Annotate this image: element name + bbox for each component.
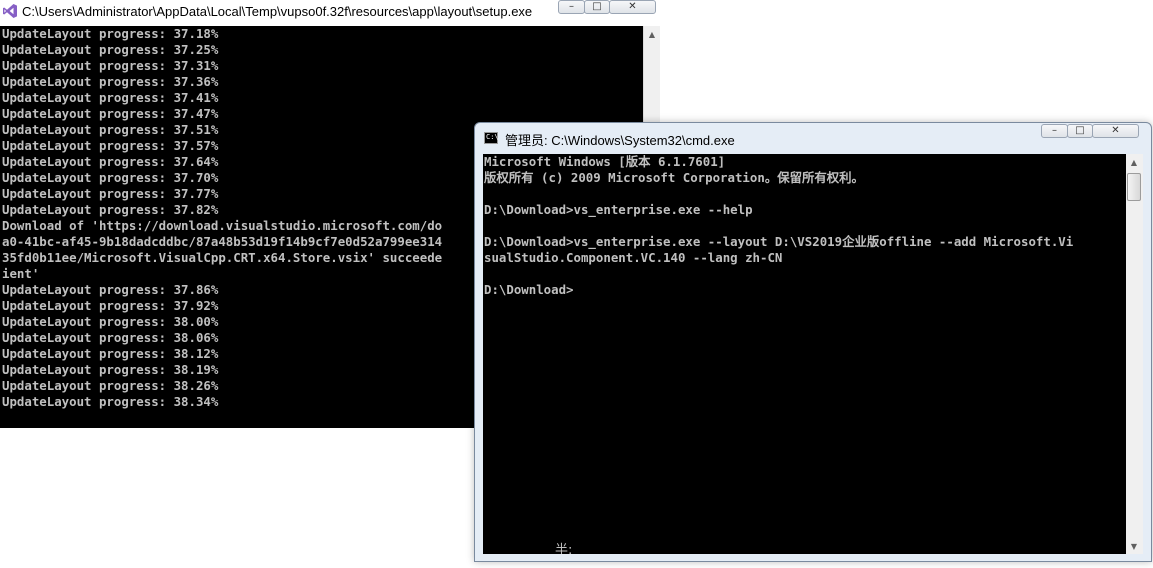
close-button[interactable]: ✕ xyxy=(609,0,656,14)
maximize-button[interactable]: □ xyxy=(1067,124,1093,138)
visual-studio-icon xyxy=(3,4,17,18)
minimize-button[interactable]: – xyxy=(558,0,585,14)
scrollbar-thumb[interactable] xyxy=(1127,173,1141,201)
console-line: D:\Download>vs_enterprise.exe --help xyxy=(484,202,753,217)
console-line: UpdateLayout progress: 37.31% xyxy=(2,58,219,73)
minimize-button[interactable]: – xyxy=(1041,124,1068,138)
cmd-console-scrollbar[interactable]: ▲ ▼ xyxy=(1126,154,1143,554)
close-button[interactable]: ✕ xyxy=(1092,124,1139,138)
cmd-window[interactable]: C:\ 管理员: C:\Windows\System32\cmd.exe – □… xyxy=(474,122,1152,562)
setup-window-title: C:\Users\Administrator\AppData\Local\Tem… xyxy=(22,4,533,19)
setup-window-titlebar[interactable]: C:\Users\Administrator\AppData\Local\Tem… xyxy=(0,0,668,24)
console-line: D:\Download>vs_enterprise.exe --layout D… xyxy=(484,234,1074,249)
console-line: UpdateLayout progress: 37.25% xyxy=(2,42,219,57)
console-line: UpdateLayout progress: 37.36% xyxy=(2,74,219,89)
cmd-window-controls: – □ ✕ xyxy=(1041,124,1139,138)
scroll-up-arrow-icon[interactable]: ▲ xyxy=(1126,154,1142,170)
console-line: sualStudio.Component.VC.140 --lang zh-CN xyxy=(484,250,783,265)
console-line: UpdateLayout progress: 37.18% xyxy=(2,26,219,41)
console-line: UpdateLayout progress: 37.47% xyxy=(2,106,219,121)
cmd-icon: C:\ xyxy=(484,132,499,144)
maximize-button[interactable]: □ xyxy=(584,0,610,14)
console-line: Microsoft Windows [版本 6.1.7601] xyxy=(484,154,726,169)
ime-status-indicator: 半: xyxy=(555,543,573,554)
console-line: D:\Download> xyxy=(484,282,574,297)
cmd-window-title: 管理员: C:\Windows\System32\cmd.exe xyxy=(505,133,735,148)
setup-window-controls: – □ ✕ xyxy=(558,0,656,14)
scroll-down-arrow-icon[interactable]: ▼ xyxy=(1126,538,1142,554)
scroll-up-arrow-icon[interactable]: ▲ xyxy=(644,26,660,42)
cmd-console-output[interactable]: Microsoft Windows [版本 6.1.7601] 版权所有 (c) … xyxy=(483,154,1126,554)
console-line: 版权所有 (c) 2009 Microsoft Corporation。保留所有… xyxy=(484,170,864,185)
console-line: UpdateLayout progress: 37.41% xyxy=(2,90,219,105)
